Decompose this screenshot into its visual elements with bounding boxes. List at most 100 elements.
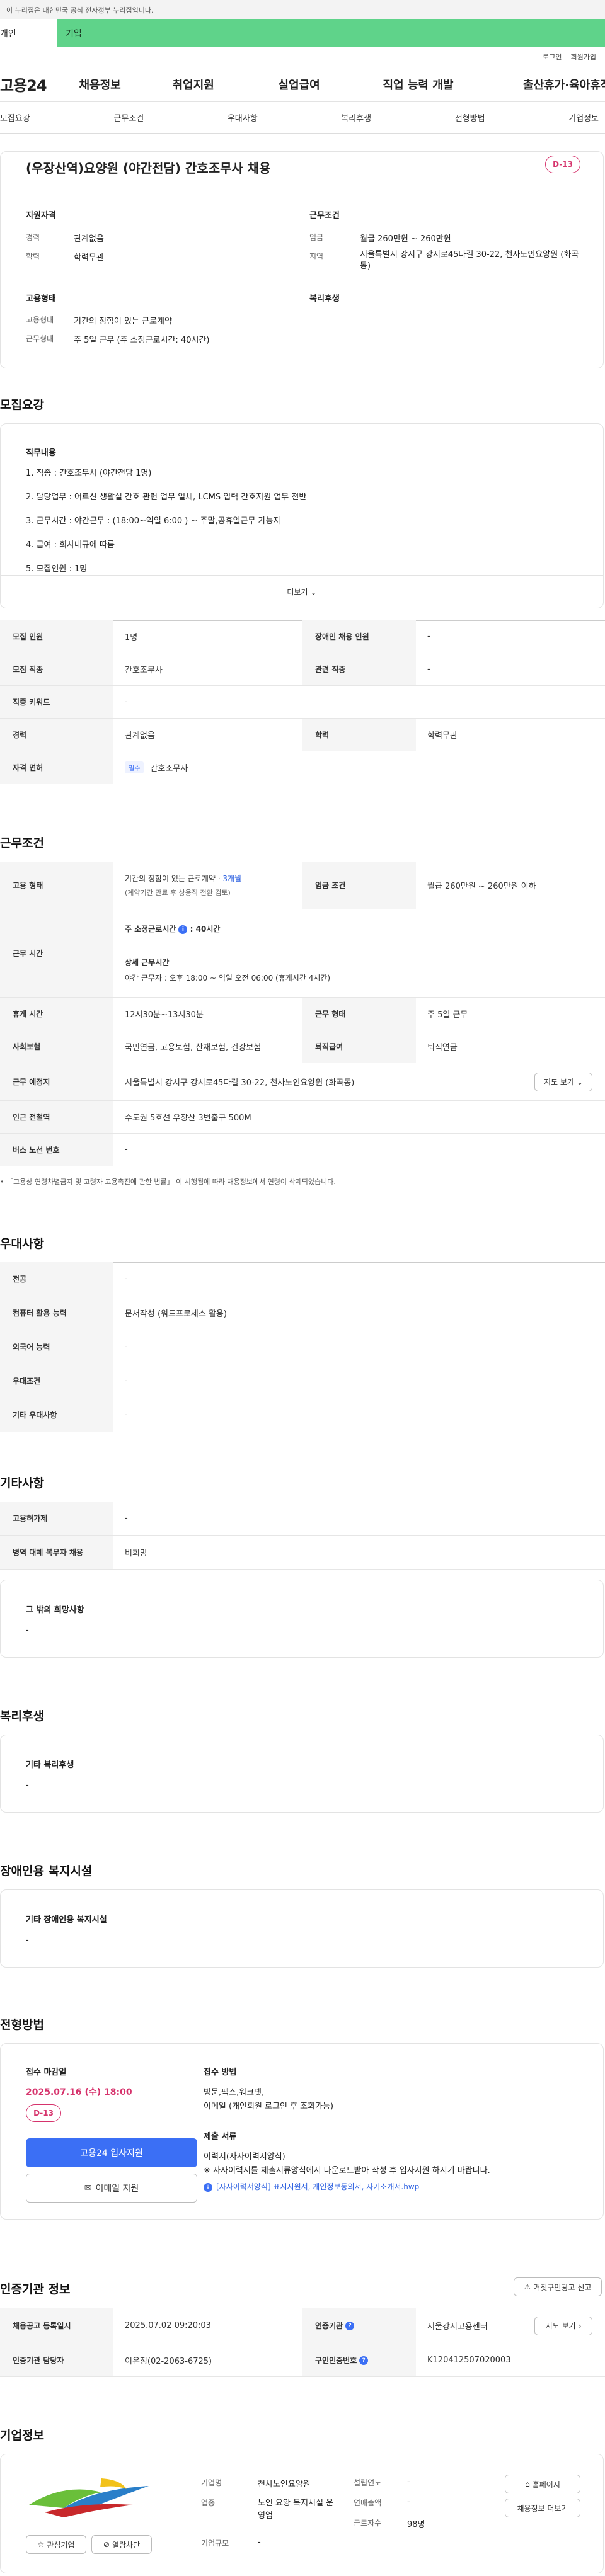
table-row: 병역 대체 복무자 채용 비희망 <box>0 1536 605 1570</box>
report-button[interactable]: ⚠ 거짓구인광고 신고 <box>514 2277 602 2296</box>
disabled-box-value: - <box>26 1935 29 1945</box>
gnb-item-leave[interactable]: 출산휴가·육아휴직 <box>498 76 605 93</box>
site-logo[interactable]: 고용24 <box>0 73 71 95</box>
td-cell: 학력무관 <box>427 731 458 741</box>
info-icon[interactable]: ? <box>345 2321 355 2330</box>
td-cell: 주 소정근로시간 i : 40시간 상세 근무시간 야간 근무자 : 오후 18:… <box>113 909 605 997</box>
hours-main-value: : 40시간 <box>190 925 221 933</box>
tab-biz[interactable]: 기업 <box>57 19 605 47</box>
th-cell: 퇴직급여 <box>302 1030 416 1063</box>
td-cell: - <box>125 1342 128 1352</box>
tab-person[interactable]: 개인 <box>0 19 57 47</box>
sales-value: - <box>407 2497 410 2507</box>
duty-card: 직무내용 1. 직종 : 간호조무사 (야간전담 1명) 2. 담당업무 : 어… <box>0 423 604 608</box>
cond-title: 근무조건 <box>309 211 340 220</box>
company-section-title: 기업정보 <box>0 2429 44 2442</box>
table-row: 모집 직종 간호조무사 관련 직종 - <box>0 653 605 686</box>
login-link[interactable]: 로그인 <box>543 52 562 62</box>
chevron-right-icon: › <box>578 2321 582 2330</box>
td-cell: 서울강서고용센터 지도 보기 › <box>416 2308 605 2344</box>
info-icon[interactable]: i <box>178 925 188 934</box>
welfare-box-value: - <box>26 1781 29 1790</box>
th-cell: 고용 형태 <box>0 862 113 909</box>
agency-map-button[interactable]: 지도 보기 › <box>534 2316 592 2335</box>
subnav-pref[interactable]: 우대사항 <box>228 111 258 123</box>
apply-button[interactable]: 고용24 입사지원 <box>26 2138 197 2167</box>
scale-label: 기업규모 <box>201 2539 229 2548</box>
table-row: 휴게 시간 12시30분~13시30분 근무 형태 주 5일 근무 <box>0 998 605 1030</box>
th-cell: 근무 형태 <box>302 998 416 1030</box>
table-row: 고용허가제 - <box>0 1502 605 1536</box>
docs-line: ※ 자사이력서를 제출서류양식에서 다운로드받아 작성 후 입사지원 하시기 바… <box>204 2166 490 2175</box>
other-title: 그 밖의 희망사항 <box>26 1605 84 1615</box>
homepage-button[interactable]: ⌂ 홈페이지 <box>505 2475 580 2493</box>
block-icon: ⊘ <box>103 2540 110 2549</box>
join-link[interactable]: 회원가입 <box>571 52 596 62</box>
homepage-label: 홈페이지 <box>532 2480 560 2489</box>
block-label: 열람차단 <box>112 2540 141 2550</box>
duty-title: 직무내용 <box>26 448 56 458</box>
duty-line: 2. 담당업무 : 어르신 생활실 간호 관련 업무 일체, LCMS 입력 간… <box>26 493 307 502</box>
info-icon[interactable]: ? <box>359 2356 369 2365</box>
star-icon: ☆ <box>37 2540 45 2549</box>
deadline-dday-badge: D-13 <box>26 2104 61 2122</box>
th-cell: 모집 직종 <box>0 653 113 685</box>
table-row: 근무 예정지 서울특별시 강서구 강서로45다길 30-22, 천사노인요양원 … <box>0 1063 605 1101</box>
cond-label-wage: 임금 <box>309 233 324 242</box>
td-cell: 2025.07.02 09:20:03 <box>125 2321 211 2330</box>
age-notice: • 「고용상 연령차별금지 및 고령자 고용촉진에 관한 법률」 이 시행됨에 … <box>0 1178 336 1186</box>
deadline-label: 접수 마감일 <box>26 2068 67 2077</box>
th-cell: 근무 시간 <box>0 909 113 997</box>
table-row: 컴퓨터 활용 능력 문서작성 (워드프로세스 활용) <box>0 1296 605 1330</box>
docs-download-link[interactable]: ↓ [자사이력서양식] 표시지원서, 개인정보동의서, 자기소개서.hwp <box>204 2181 419 2192</box>
table-row: 외국어 능력 - <box>0 1330 605 1364</box>
email-apply-button[interactable]: ✉ 이메일 지원 <box>26 2174 197 2203</box>
td-cell: K120412507020003 <box>427 2356 511 2365</box>
section-subnav: 모집요강 근무조건 우대사항 복리후생 전형방법 기업정보 <box>0 102 605 134</box>
contract-period: 3개월 <box>222 874 242 883</box>
th-cell: 구인인증번호? <box>302 2344 416 2376</box>
block-company-button[interactable]: ⊘ 열람차단 <box>91 2535 152 2554</box>
hours-main-label: 주 소정근로시간 <box>125 925 176 933</box>
emp-label-form: 근무형태 <box>26 334 54 343</box>
welfare-title: 복리후생 <box>309 294 340 304</box>
other-value: - <box>26 1626 29 1635</box>
table-row: 기타 우대사항 - <box>0 1398 605 1432</box>
gnb-item-support[interactable]: 취업지원 <box>165 76 271 93</box>
deadline-value: 2025.07.16 (수) 18:00 <box>26 2087 132 2097</box>
emp-type-text: 기간의 정함이 있는 근로계약 · <box>125 874 223 883</box>
subnav-work[interactable]: 근무조건 <box>113 111 144 123</box>
fav-label: 관심기업 <box>47 2540 75 2550</box>
gnb-item-benefit[interactable]: 실업급여 <box>270 76 370 93</box>
emp-value-type: 기간의 정함이 있는 근로계약 <box>74 317 172 326</box>
emp-label-type: 고용형태 <box>26 316 54 324</box>
gnb-item-jobs[interactable]: 채용정보 <box>71 76 164 93</box>
td-cell: 수도권 5호선 우장산 3번출구 500M <box>125 1114 251 1123</box>
more-button[interactable]: 더보기 ⌄ <box>1 575 603 608</box>
other-card: 그 밖의 희망사항 - <box>0 1580 604 1658</box>
th-cell: 병역 대체 복무자 채용 <box>0 1536 113 1569</box>
report-button-label: 거짓구인광고 신고 <box>533 2282 592 2292</box>
table-row: 우대조건 - <box>0 1364 605 1398</box>
company-jobs-button[interactable]: 채용정보 더보기 <box>505 2499 580 2517</box>
table-row: 채용공고 등록일시 2025.07.02 09:20:03 인증기관? 서울강서… <box>0 2308 605 2344</box>
subnav-screening[interactable]: 전형방법 <box>455 111 485 123</box>
place-value: 서울특별시 강서구 강서로45다길 30-22, 천사노인요양원 (화곡동) <box>125 1078 355 1088</box>
disabled-box-title: 기타 장애인용 복지시설 <box>26 1915 107 1925</box>
fav-company-button[interactable]: ☆ 관심기업 <box>26 2535 86 2554</box>
gnb-item-training[interactable]: 직업 능력 개발 <box>370 76 498 93</box>
map-button[interactable]: 지도 보기 ⌄ <box>534 1072 592 1091</box>
screening-card: 접수 마감일 2025.07.16 (수) 18:00 D-13 고용24 입사… <box>0 2043 604 2220</box>
qual-label-edu: 학력 <box>26 252 40 261</box>
subnav-recruit[interactable]: 모집요강 <box>0 111 30 123</box>
company-name: 천사노인요양원 <box>258 2480 311 2489</box>
subnav-company[interactable]: 기업정보 <box>568 111 599 123</box>
screening-section-title: 전형방법 <box>0 2018 44 2032</box>
agency-section-title: 인증기관 정보 <box>0 2282 71 2296</box>
cond-label-region: 지역 <box>309 252 324 261</box>
welfare-box-title: 기타 복리후생 <box>26 1760 74 1770</box>
subnav-welfare[interactable]: 복리후생 <box>341 111 371 123</box>
th-cell: 장애인 채용 인원 <box>302 620 416 653</box>
th-cell: 채용공고 등록일시 <box>0 2308 113 2344</box>
td-cell: 기간의 정함이 있는 근로계약 · 3개월 (계약기간 만료 후 상용직 전환 … <box>113 862 302 909</box>
